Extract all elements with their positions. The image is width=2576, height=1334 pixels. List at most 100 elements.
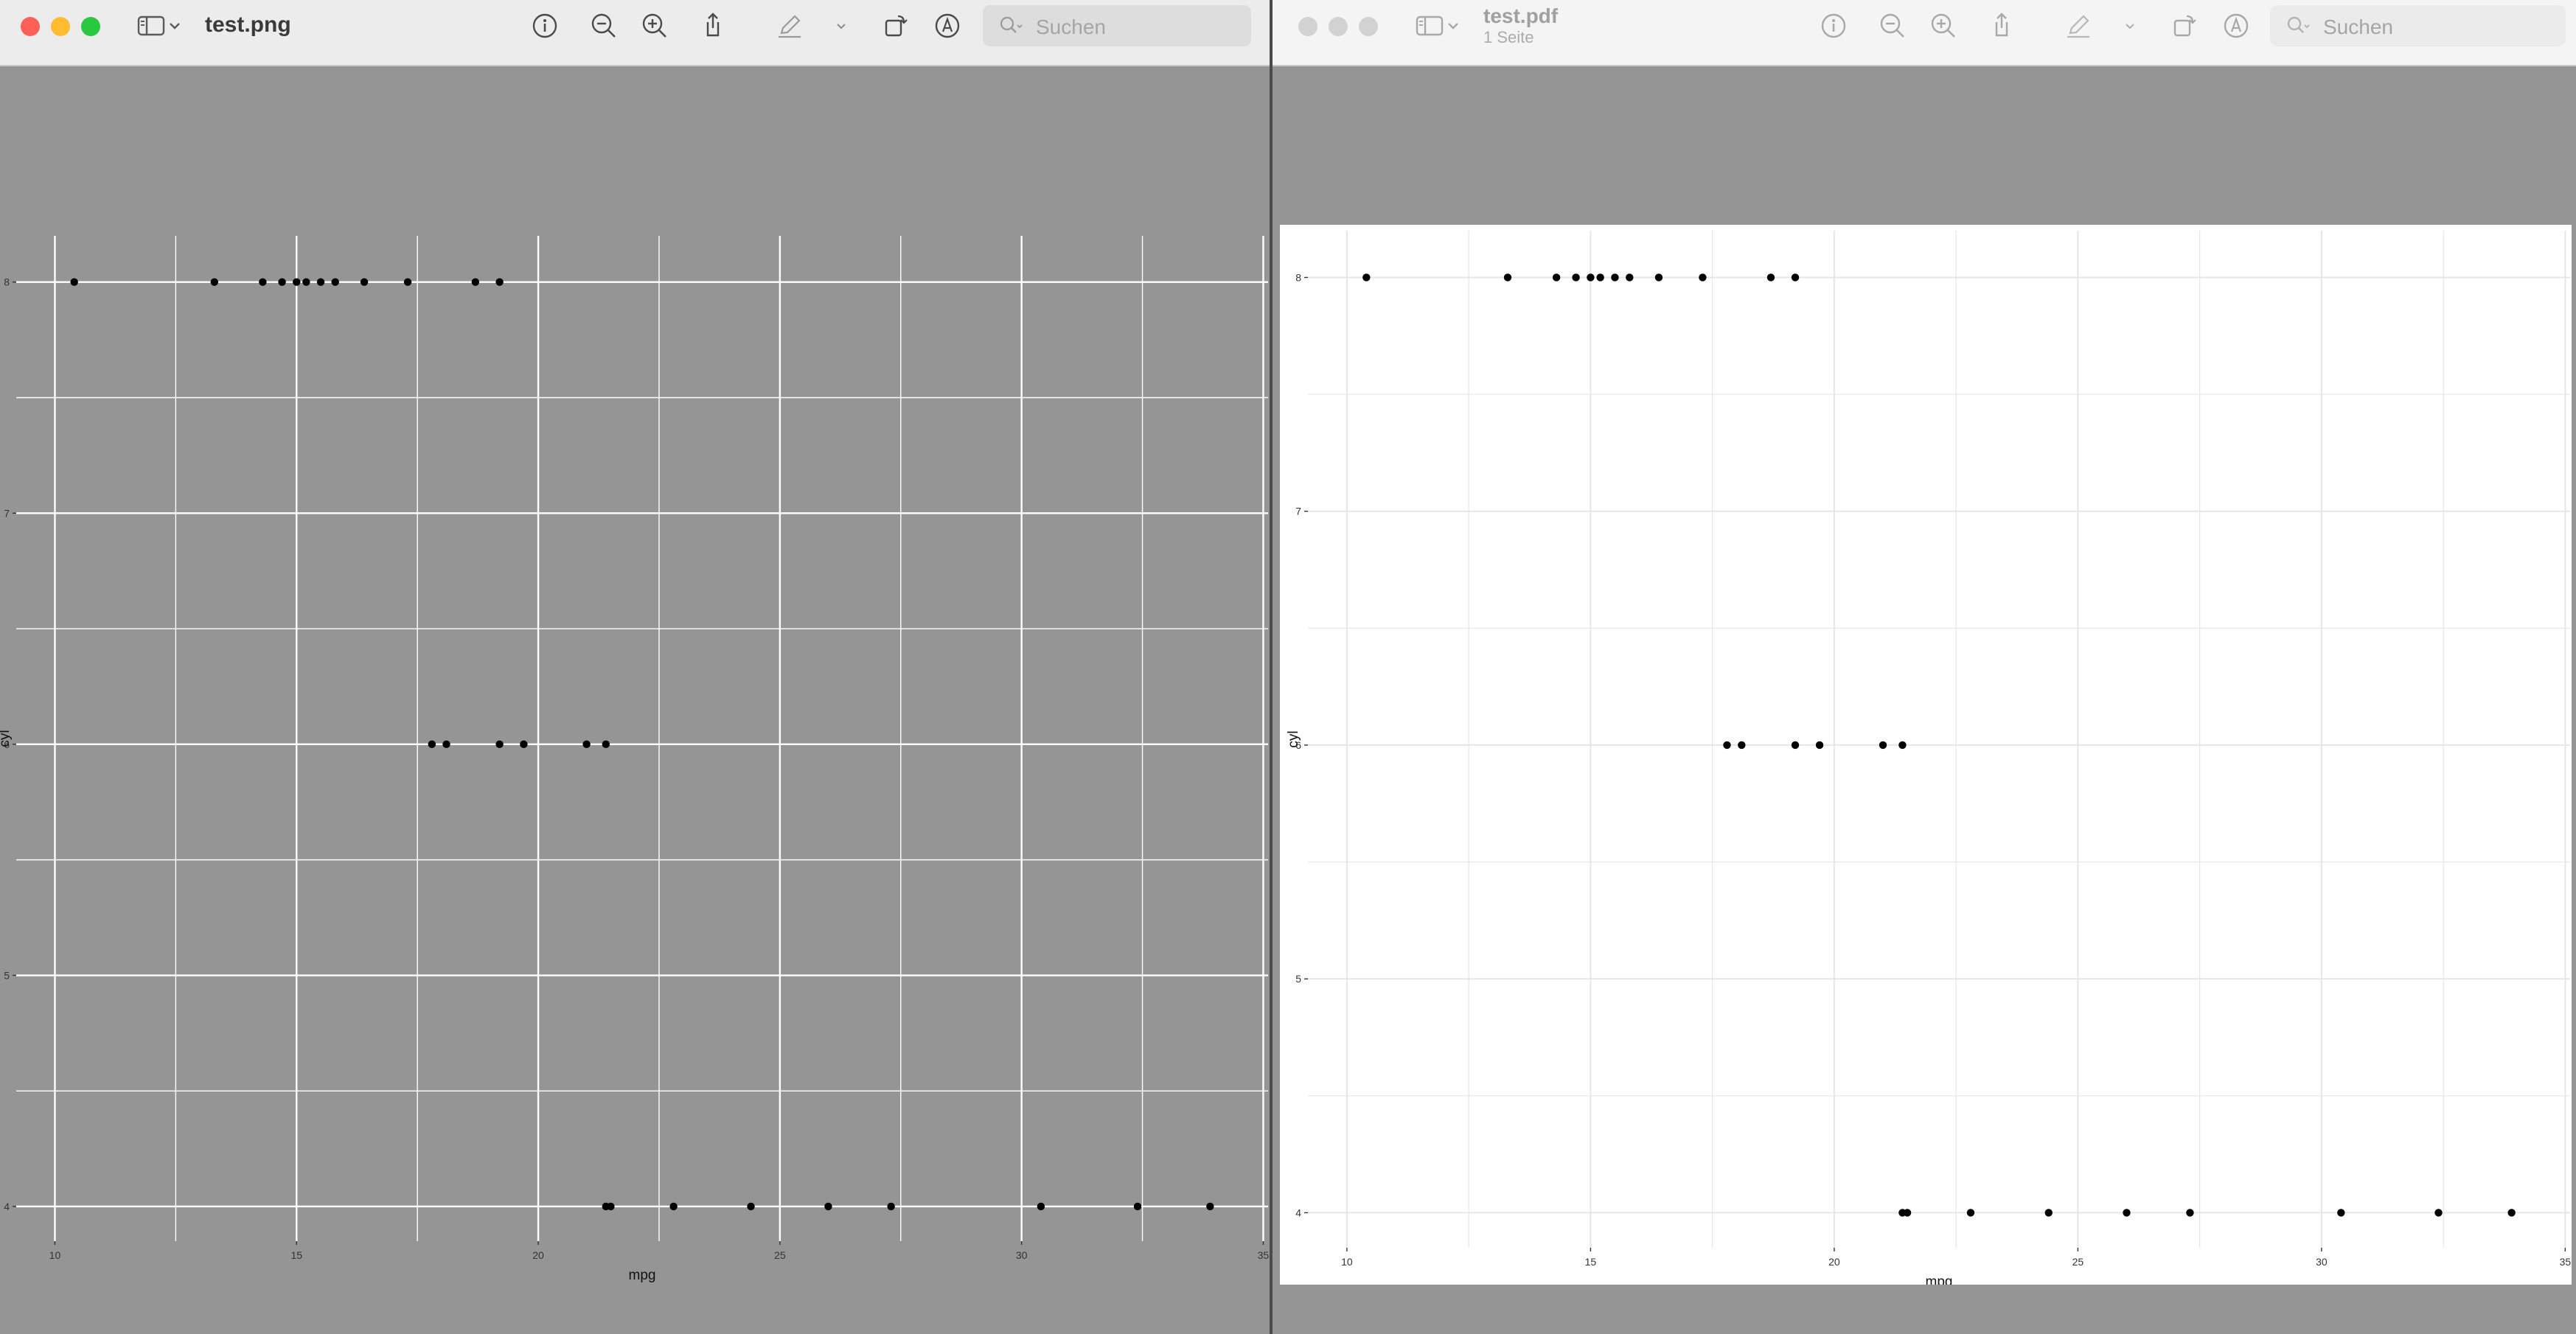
chevron-down-icon[interactable] [2119,9,2141,43]
pencil-icon[interactable] [773,9,807,43]
data-point [2186,1209,2194,1217]
window-title: test.pdf [1483,4,1559,27]
data-point [1791,741,1800,750]
x-axis-title: mpg [629,1268,656,1283]
x-tick-label: 35 [2560,1256,2572,1268]
data-point [1133,1202,1142,1211]
data-point [2337,1209,2345,1217]
pdf-page: 10 15 20 25 30 35 4 5 6 7 8 mpg cyl [1280,225,2572,1285]
y-tick-label: 4 [4,1201,10,1212]
page-count: 1 Seite [1483,28,1534,46]
data-point [1723,741,1731,750]
data-point [1611,273,1619,282]
preview-window-png: test.png Suchen 10 15 20 25 30 35 4 5 6 … [0,0,1270,1334]
x-axis-title: mpg [1926,1274,1953,1285]
search-placeholder: Suchen [1036,15,1106,38]
share-icon[interactable] [696,9,730,43]
data-point [1898,741,1907,750]
search-icon [993,9,1027,43]
chevron-down-icon[interactable] [164,9,186,43]
data-point [1206,1202,1214,1211]
minimize-button[interactable] [51,17,70,36]
data-point [302,278,310,286]
zoom-in-icon[interactable] [1926,9,1960,43]
rotate-icon[interactable] [879,9,913,43]
data-point [331,278,339,286]
search-input[interactable]: Suchen [983,5,1251,46]
data-point [2434,1209,2443,1217]
data-point [2123,1209,2131,1217]
data-point [1766,273,1775,282]
data-point [1596,273,1604,282]
zoom-in-icon[interactable] [638,9,672,43]
data-point [278,278,286,286]
y-tick-label: 7 [4,507,10,519]
data-point [2507,1209,2516,1217]
x-tick-label: 20 [1828,1256,1840,1268]
close-button[interactable] [21,17,40,36]
info-icon[interactable] [528,9,562,43]
toolbar: test.pdf 1 Seite Suchen [1273,0,2576,66]
plot-panel [16,236,1268,1241]
x-tick-label: 30 [2316,1256,2328,1268]
search-icon [2280,9,2314,43]
y-tick-label: 8 [4,276,10,288]
chevron-down-icon[interactable] [830,9,852,43]
data-point [669,1202,678,1211]
rotate-icon[interactable] [2168,9,2201,43]
data-point [1552,273,1561,282]
x-tick-label: 10 [49,1249,61,1261]
close-button[interactable] [1298,17,1317,36]
x-tick-label: 35 [1258,1249,1270,1261]
scatter-plot-pdf: 10 15 20 25 30 3545678mpgcyl [1286,231,2572,1285]
y-tick-label: 5 [4,969,10,981]
y-tick-label: 7 [1295,506,1301,517]
data-point [70,278,78,286]
minimize-button[interactable] [1329,17,1348,36]
data-point [471,278,480,286]
data-point [293,278,301,286]
x-tick-label: 15 [1585,1256,1597,1268]
data-point [747,1202,755,1211]
data-point [428,740,436,749]
y-tick-label: 8 [1295,271,1301,283]
data-point [210,278,218,286]
data-point [1362,273,1371,282]
data-point [1572,273,1580,282]
data-point [1587,273,1595,282]
data-point [1903,1209,1912,1217]
data-point [495,278,504,286]
data-point [1815,741,1824,750]
zoom-out-icon[interactable] [1876,9,1910,43]
x-tick-label: 30 [1016,1249,1028,1261]
plot-panel [1308,231,2570,1248]
share-icon[interactable] [1985,9,2019,43]
zoom-button[interactable] [1359,17,1378,36]
data-point [1738,741,1746,750]
pencil-icon[interactable] [2061,9,2095,43]
scatter-plot-png: 10 15 20 25 30 3545678mpgcyl [0,236,1270,1283]
data-point [1037,1202,1045,1211]
data-point [360,278,369,286]
data-point [1791,273,1800,282]
data-point [403,278,412,286]
data-point [824,1202,832,1211]
data-point [582,740,591,749]
chevron-down-icon[interactable] [1442,9,1464,43]
zoom-button[interactable] [81,17,100,36]
zoom-out-icon[interactable] [587,9,621,43]
markup-icon[interactable] [930,9,964,43]
data-point [602,740,610,749]
data-point [316,278,325,286]
data-point [1966,1209,1975,1217]
y-tick-label: 5 [1295,973,1301,985]
info-icon[interactable] [1817,9,1851,43]
window-title: test.png [205,13,291,37]
search-input[interactable]: Suchen [2270,5,2566,46]
markup-icon[interactable] [2219,9,2253,43]
data-point [1879,741,1887,750]
y-axis-title: cyl [0,730,13,747]
search-placeholder: Suchen [2323,15,2393,38]
x-tick-label: 15 [290,1249,302,1261]
data-point [887,1202,895,1211]
